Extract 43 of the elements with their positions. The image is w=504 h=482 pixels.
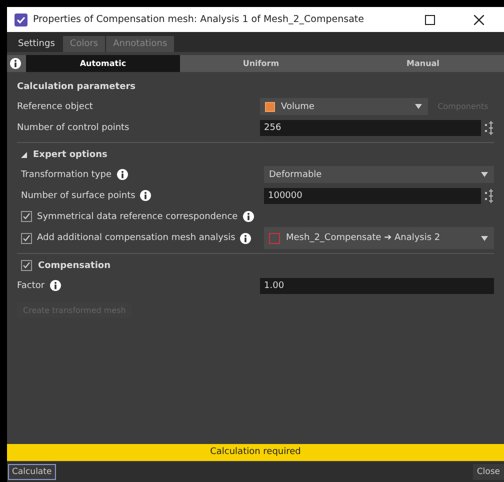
field-label: Factor: [17, 280, 45, 290]
info-icon[interactable]: [140, 190, 152, 201]
spinner-icon[interactable]: [485, 188, 494, 202]
caret-icon: [481, 236, 488, 240]
expand-triangle-icon[interactable]: [21, 152, 27, 158]
mode-tab[interactable]: Automatic: [26, 55, 180, 72]
maximize-icon[interactable]: [425, 14, 435, 24]
checkbox[interactable]: [21, 260, 32, 271]
caret-icon: [481, 172, 488, 177]
checkbox[interactable]: [21, 211, 32, 222]
field-label: Symmetrical data reference correspondence: [37, 212, 238, 222]
number-field[interactable]: 100000: [264, 188, 481, 204]
checkbox[interactable]: [21, 232, 32, 244]
info-icon[interactable]: [116, 169, 128, 180]
section-heading: Compensation: [38, 260, 111, 270]
section-heading: Calculation parameters: [17, 81, 136, 94]
field-label: Add additional compensation mesh analysis: [37, 233, 236, 243]
info-icon[interactable]: [240, 232, 252, 244]
dialog-button[interactable]: Calculate: [8, 464, 56, 480]
dropdown[interactable]: Volume: [260, 98, 428, 115]
number-field[interactable]: 256: [260, 120, 481, 136]
dialog-button[interactable]: Close: [472, 464, 504, 480]
info-icon[interactable]: [10, 58, 21, 69]
info-icon[interactable]: [50, 280, 61, 291]
app-icon: [14, 12, 28, 26]
dropdown[interactable]: Mesh_2_Compensate ➔ Analysis 2: [264, 227, 494, 249]
field-label: Number of control points: [17, 122, 130, 132]
field-label: Reference object: [17, 102, 93, 112]
status-banner: Calculation required: [7, 444, 504, 461]
info-icon[interactable]: [242, 211, 254, 222]
dropdown[interactable]: Deformable: [264, 166, 494, 183]
window-title: Properties of Compensation mesh: Analysis 1 of Mesh_2_Compensate: [33, 14, 365, 25]
close-icon[interactable]: [474, 14, 484, 24]
volume-icon: [265, 102, 275, 112]
caret-icon: [415, 104, 422, 109]
field-label: Number of surface points: [21, 190, 136, 200]
mesh-icon: [269, 232, 280, 244]
spinner-icon[interactable]: [485, 120, 494, 134]
mode-tab[interactable]: Uniform: [180, 55, 342, 72]
factor-field[interactable]: 1.00: [260, 278, 494, 294]
field-label: Transformation type: [21, 170, 112, 180]
section-heading: Expert options: [33, 150, 108, 160]
mode-tab[interactable]: Manual: [342, 55, 504, 72]
